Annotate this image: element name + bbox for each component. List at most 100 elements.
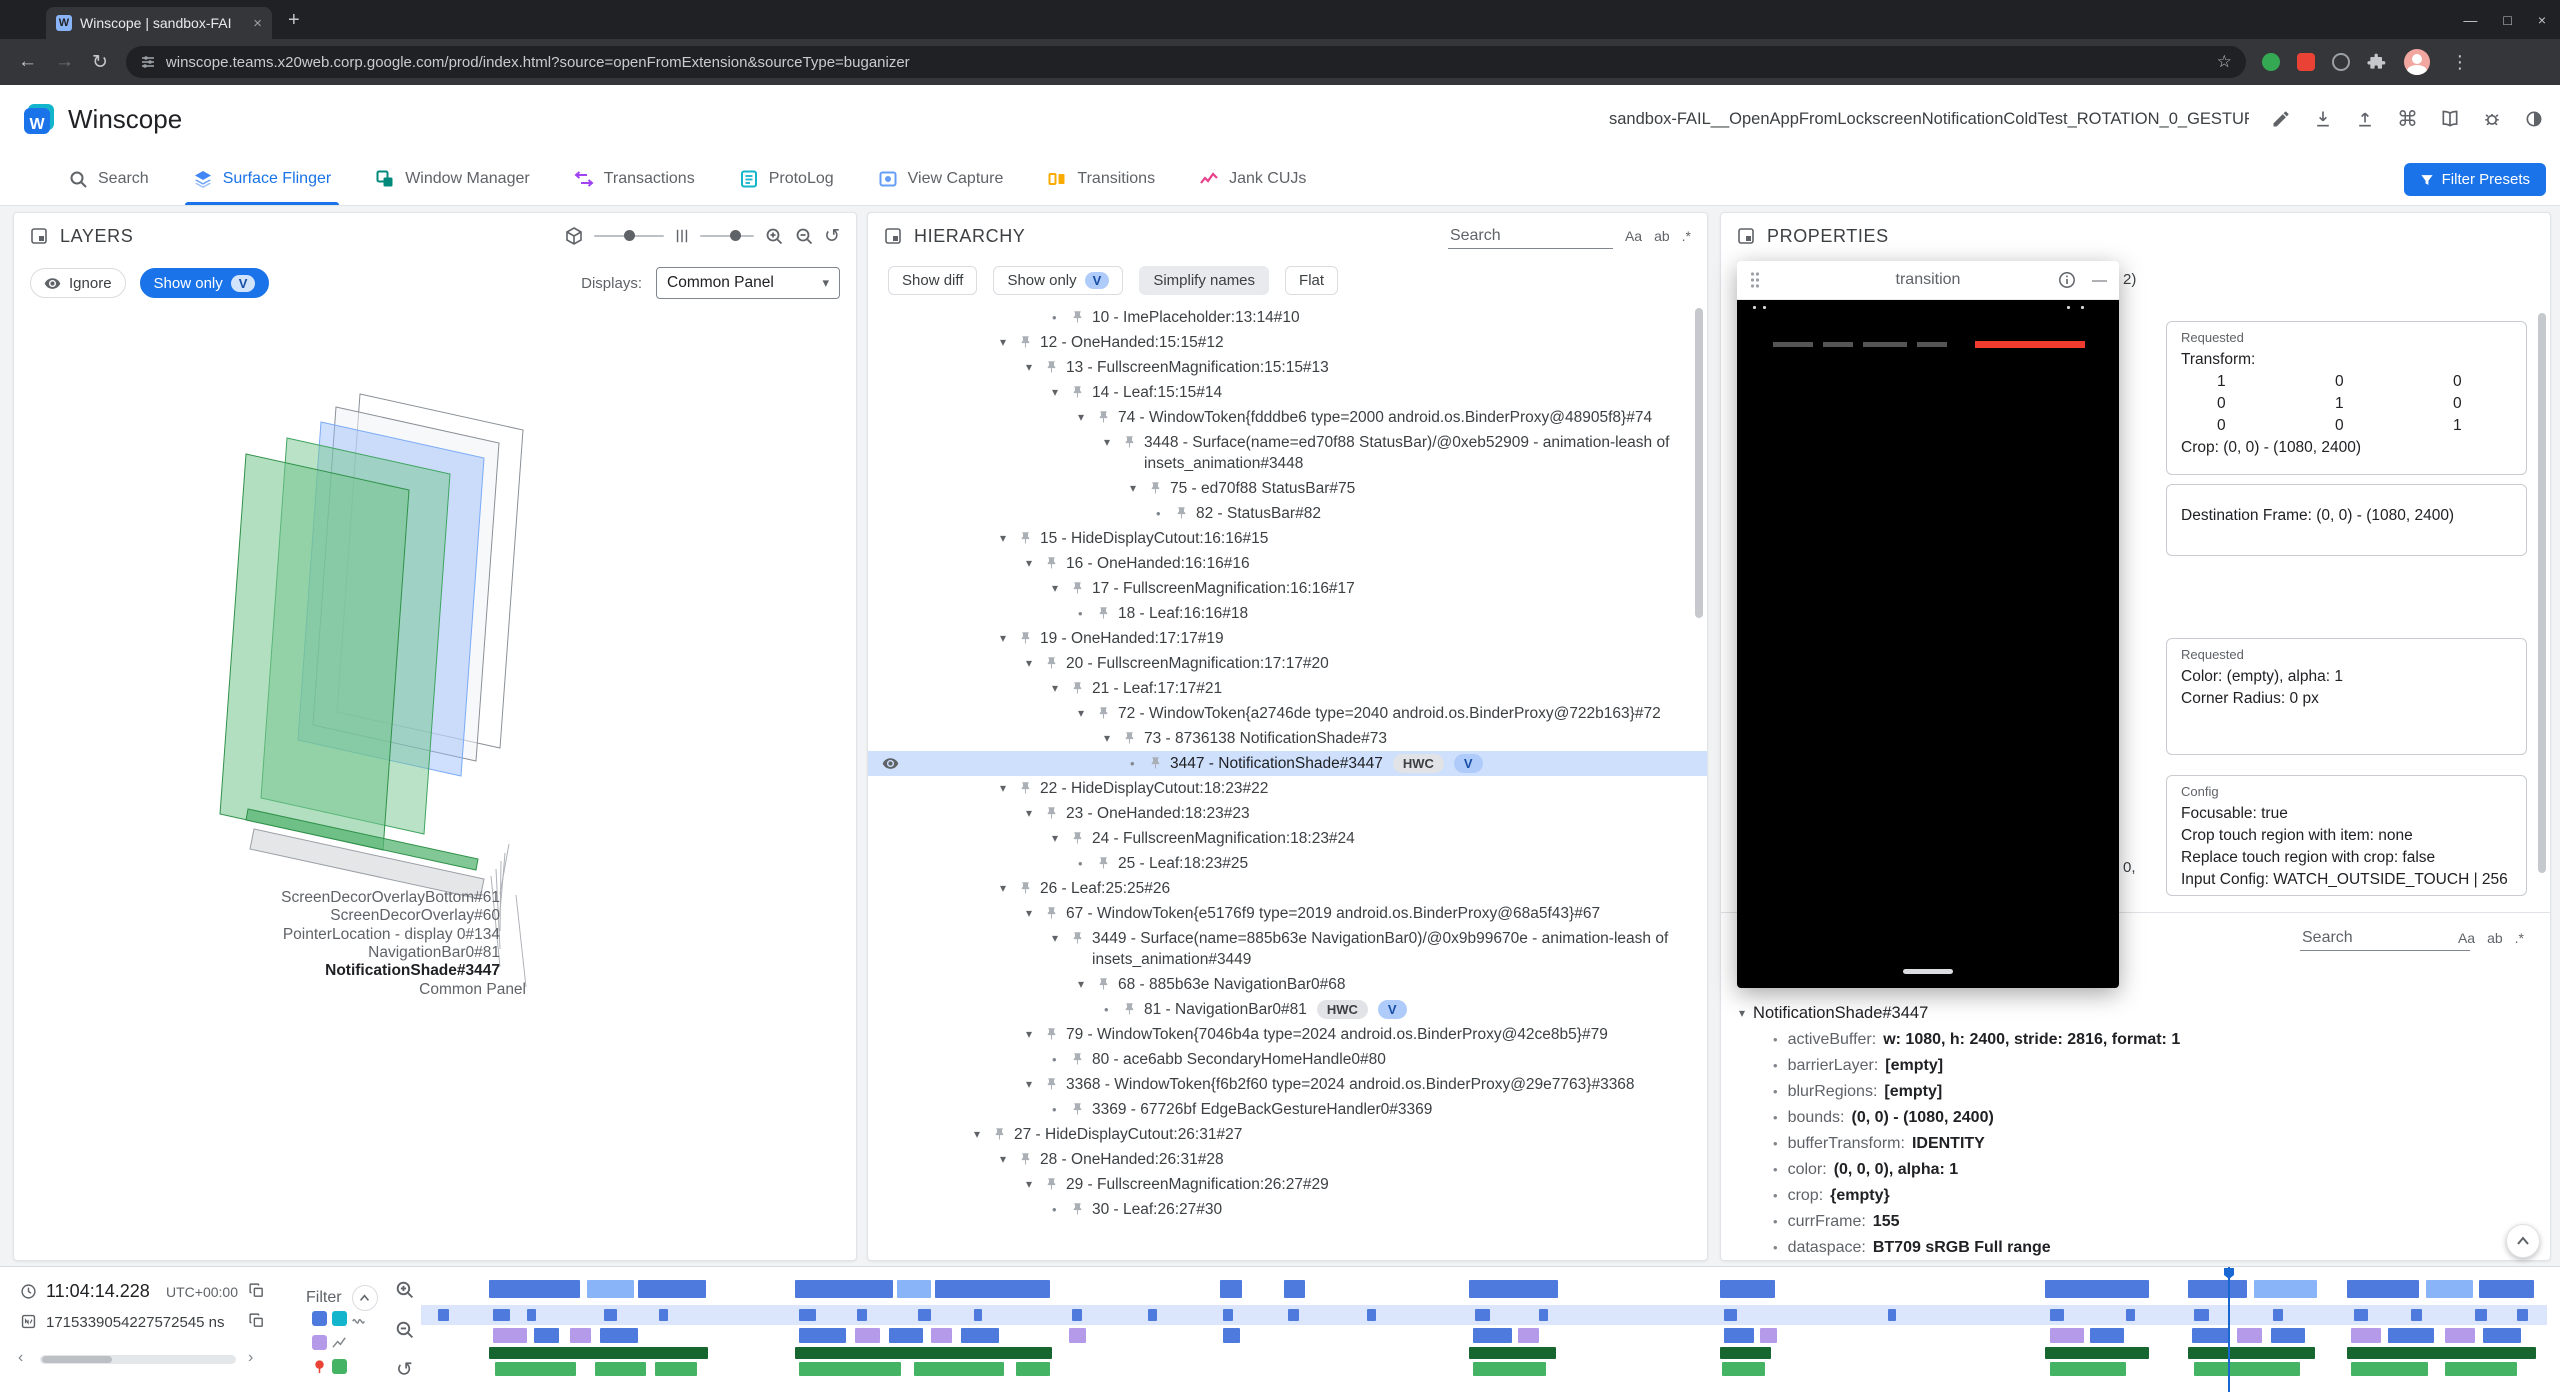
pin-node-icon[interactable]: [1044, 903, 1066, 921]
property-row[interactable]: •barrierLayer:[empty]: [1721, 1057, 2550, 1083]
collapse-timeline-button[interactable]: [2506, 1224, 2540, 1258]
pin-node-icon[interactable]: [1122, 728, 1144, 746]
trace-segment[interactable]: [1720, 1347, 1771, 1359]
timeline-cursor[interactable]: [2228, 1267, 2230, 1392]
layer-label[interactable]: NavigationBar0#81: [64, 944, 500, 962]
pin-node-icon[interactable]: [1096, 974, 1118, 992]
trace-segment[interactable]: [795, 1347, 1052, 1359]
expand-arrow[interactable]: ▾: [1000, 1149, 1018, 1170]
match-word-icon[interactable]: ab: [1654, 228, 1670, 244]
properties-root-node[interactable]: ▾ NotificationShade#3447: [1739, 1003, 1928, 1024]
pin-node-icon[interactable]: [1018, 628, 1040, 646]
forward-button[interactable]: →: [55, 51, 74, 73]
timeline-tick[interactable]: [1148, 1309, 1157, 1321]
tab-view-capture[interactable]: View Capture: [856, 153, 1026, 205]
trace-segment[interactable]: [1284, 1280, 1305, 1298]
hierarchy-node[interactable]: ▾16 - OneHanded:16:16#16: [868, 551, 1707, 576]
timeline-tick[interactable]: [2126, 1309, 2135, 1321]
expand-arrow[interactable]: ▾: [1739, 1003, 1745, 1024]
timeline-tick[interactable]: [2517, 1309, 2528, 1321]
expand-arrow[interactable]: ▾: [1052, 928, 1070, 949]
window-close-button[interactable]: ×: [2538, 12, 2546, 28]
trace-legend-wave-icon[interactable]: [352, 1311, 367, 1326]
trace-segment[interactable]: [855, 1328, 881, 1343]
expand-arrow[interactable]: ▾: [1078, 407, 1096, 428]
hierarchy-node[interactable]: •25 - Leaf:18:23#25: [868, 851, 1707, 876]
tab-protolog[interactable]: ProtoLog: [717, 153, 856, 205]
trace-segment[interactable]: [587, 1280, 634, 1298]
edit-file-icon[interactable]: [2271, 109, 2291, 129]
timeline-tick[interactable]: [604, 1309, 617, 1321]
trace-segment[interactable]: [1223, 1328, 1240, 1343]
property-row[interactable]: •blurRegions:[empty]: [1721, 1083, 2550, 1109]
extension-icon-1[interactable]: [2262, 53, 2280, 71]
layer-label[interactable]: Common Panel: [64, 981, 526, 999]
trace-segment[interactable]: [1016, 1362, 1050, 1376]
hierarchy-node[interactable]: •10 - ImePlaceholder:13:14#10: [868, 305, 1707, 330]
timeline-tick[interactable]: [527, 1309, 536, 1321]
timeline-tick[interactable]: [1288, 1309, 1299, 1321]
show-diff-toggle[interactable]: Show diff: [888, 266, 977, 295]
trace-segment[interactable]: [2351, 1328, 2381, 1343]
hierarchy-node[interactable]: •18 - Leaf:16:16#18: [868, 601, 1707, 626]
trace-segment[interactable]: [1722, 1362, 1765, 1376]
trace-segment[interactable]: [2045, 1280, 2149, 1298]
hierarchy-search-input[interactable]: [1448, 224, 1613, 249]
trace-segment[interactable]: [1518, 1328, 1539, 1343]
docs-icon[interactable]: [2440, 109, 2460, 129]
window-minimize-button[interactable]: —: [2463, 12, 2477, 28]
transition-preview-window[interactable]: transition —: [1737, 261, 2119, 988]
property-row[interactable]: •color:(0, 0, 0), alpha: 1: [1721, 1161, 2550, 1187]
timeline-tick[interactable]: [2411, 1309, 2422, 1321]
download-icon[interactable]: [2313, 109, 2333, 129]
hierarchy-node[interactable]: ▾74 - WindowToken{fdddbe6 type=2000 andr…: [868, 405, 1707, 430]
trace-segment[interactable]: [638, 1280, 706, 1298]
preview-title-bar[interactable]: transition —: [1737, 261, 2119, 300]
hierarchy-node[interactable]: •3447 - NotificationShade#3447HWCV: [868, 751, 1707, 776]
trace-segment[interactable]: [931, 1328, 952, 1343]
trace-segment[interactable]: [1724, 1328, 1754, 1343]
hierarchy-node[interactable]: ▾21 - Leaf:17:17#21: [868, 676, 1707, 701]
trace-segment[interactable]: [799, 1328, 846, 1343]
timeline-tick[interactable]: [857, 1309, 868, 1321]
site-info-icon[interactable]: [140, 54, 156, 70]
minimize-icon[interactable]: —: [2092, 272, 2107, 289]
trace-segment[interactable]: [600, 1328, 638, 1343]
trace-segment[interactable]: [1473, 1328, 1511, 1343]
timeline-tick[interactable]: [2050, 1309, 2065, 1321]
trace-segment[interactable]: [1069, 1328, 1086, 1343]
trace-legend-wm-icon[interactable]: [332, 1311, 347, 1326]
expand-arrow[interactable]: ▾: [1052, 828, 1070, 849]
hierarchy-node[interactable]: ▾73 - 8736138 NotificationShade#73: [868, 726, 1707, 751]
trace-segment[interactable]: [2237, 1328, 2263, 1343]
trace-segment[interactable]: [495, 1362, 576, 1376]
hierarchy-scrollbar[interactable]: [1695, 308, 1703, 618]
match-case-icon[interactable]: Aa: [1625, 228, 1642, 244]
property-row[interactable]: •currFrame:155: [1721, 1213, 2550, 1239]
expand-arrow[interactable]: ▾: [974, 1124, 992, 1145]
hierarchy-node[interactable]: •82 - StatusBar#82: [868, 501, 1707, 526]
hierarchy-node[interactable]: ▾79 - WindowToken{7046b4a type=2024 andr…: [868, 1022, 1707, 1047]
pin-node-icon[interactable]: [1096, 407, 1118, 425]
trace-segment[interactable]: [799, 1362, 901, 1376]
timeline-tick[interactable]: [493, 1309, 510, 1321]
trace-segment[interactable]: [2194, 1362, 2300, 1376]
hierarchy-node[interactable]: ▾14 - Leaf:15:15#14: [868, 380, 1707, 405]
hierarchy-node[interactable]: ▾28 - OneHanded:26:31#28: [868, 1147, 1707, 1172]
trace-legend-pin-icon[interactable]: [312, 1359, 327, 1374]
layer-label[interactable]: NotificationShade#3447: [64, 962, 500, 980]
timeline-tick[interactable]: [438, 1309, 449, 1321]
info-icon[interactable]: [2058, 271, 2076, 289]
trace-segment[interactable]: [2188, 1280, 2248, 1298]
collapse-panel-icon[interactable]: [884, 227, 902, 245]
regex-icon[interactable]: .*: [2515, 930, 2524, 946]
timeline-tick[interactable]: [974, 1309, 983, 1321]
expand-arrow[interactable]: ▾: [1026, 903, 1044, 924]
expand-arrow[interactable]: ▾: [1000, 878, 1018, 899]
pin-node-icon[interactable]: [1070, 307, 1092, 325]
trace-segment[interactable]: [2192, 1328, 2230, 1343]
pin-node-icon[interactable]: [1018, 528, 1040, 546]
expand-arrow[interactable]: ▾: [1026, 357, 1044, 378]
trace-segment[interactable]: [2271, 1328, 2305, 1343]
trace-legend-green-icon[interactable]: [332, 1359, 347, 1374]
